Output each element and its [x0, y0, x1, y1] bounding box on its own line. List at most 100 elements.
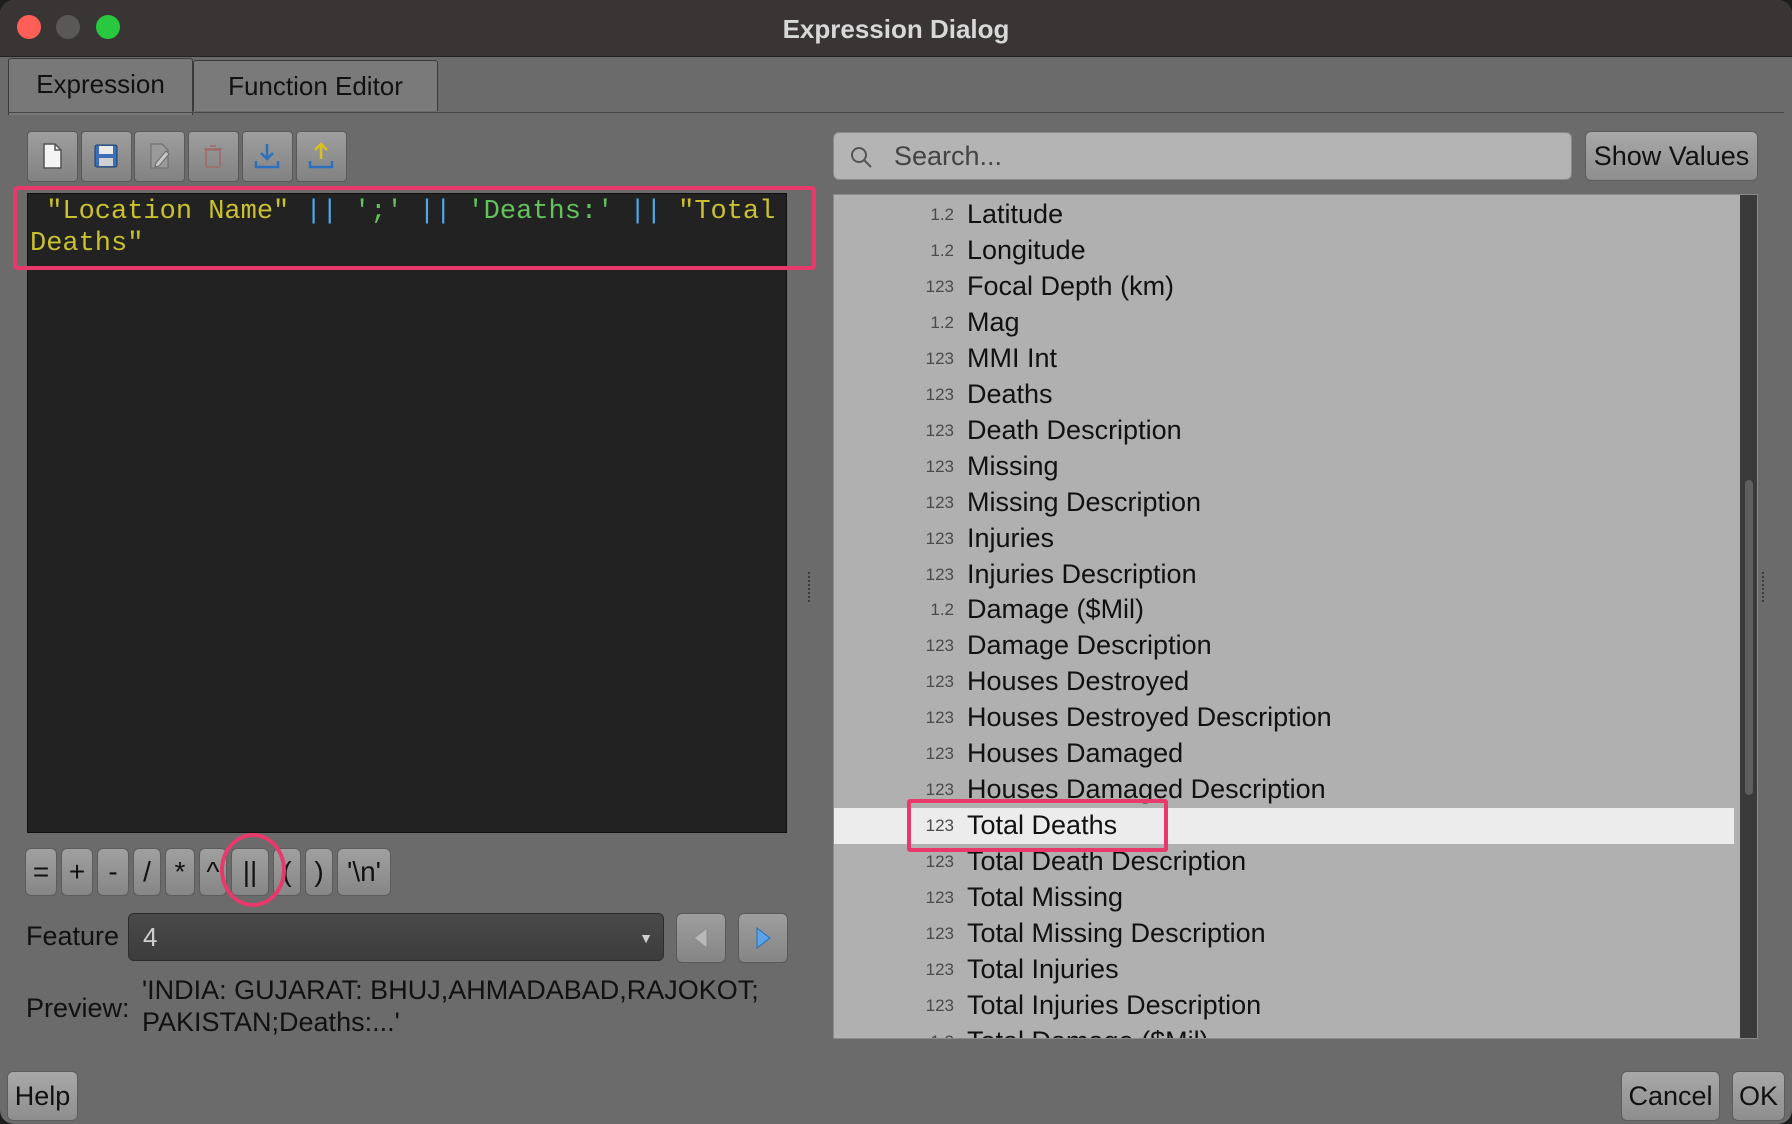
field-list-item[interactable]: 123 Houses Damaged Description — [834, 772, 1734, 808]
field-name: Focal Depth (km) — [967, 270, 1175, 301]
operator-button[interactable]: - — [97, 848, 129, 896]
field-type-badge: 1.2 — [930, 312, 954, 332]
field-name: Total Deaths — [967, 810, 1118, 841]
field-list-item[interactable]: 123 Injuries Description — [834, 557, 1734, 593]
field-list-item[interactable]: 123 Missing — [834, 449, 1734, 485]
save-icon — [94, 144, 118, 168]
field-type-badge: 123 — [925, 636, 954, 656]
field-name: Death Description — [967, 414, 1182, 445]
field-list-item[interactable]: 123 Injuries — [834, 521, 1734, 557]
field-list-item[interactable]: 1.2 Total Damage ($Mil) — [834, 1024, 1734, 1038]
field-name: Total Injuries Description — [967, 989, 1262, 1020]
triangle-right-icon — [756, 926, 771, 950]
field-name: Longitude — [967, 234, 1086, 265]
field-list-item[interactable]: 123 MMI Int — [834, 341, 1734, 377]
import-icon — [254, 144, 280, 169]
export-button[interactable] — [296, 131, 347, 182]
operator-button[interactable]: '\n' — [337, 848, 391, 896]
field-list-item[interactable]: 1.2 Longitude — [834, 233, 1734, 269]
field-type-badge: 123 — [925, 564, 954, 584]
field-list-item[interactable]: 123 Damage Description — [834, 628, 1734, 664]
field-list-item[interactable]: 123 Total Injuries — [834, 952, 1734, 988]
field-list-item[interactable]: 1.2 Latitude — [834, 197, 1734, 233]
cancel-button[interactable]: Cancel — [1621, 1071, 1720, 1121]
field-type-badge: 1.2 — [834, 1032, 954, 1038]
expression-editor[interactable]: "Location Name" || ';' || 'Deaths:' || "… — [27, 193, 787, 833]
field-type-badge: 123 — [925, 276, 954, 296]
field-name: Total Missing Description — [967, 918, 1266, 948]
code-token-str: ';' — [337, 197, 419, 227]
field-type-badge: 123 — [925, 492, 954, 512]
operator-button[interactable]: || — [231, 848, 269, 896]
field-list-item[interactable]: 123 Houses Destroyed — [834, 664, 1734, 700]
window-title: Expression Dialog — [782, 14, 1010, 44]
field-list-item[interactable]: 123 Deaths — [834, 377, 1734, 413]
field-type-badge: 123 — [925, 348, 954, 368]
operator-button[interactable]: = — [25, 848, 57, 896]
next-feature-button[interactable] — [738, 913, 788, 963]
field-type-badge: 123 — [925, 780, 954, 800]
right-splitter-handle[interactable] — [1762, 572, 1768, 602]
panel-splitter-handle[interactable] — [808, 572, 814, 602]
edit-button[interactable] — [134, 131, 185, 182]
field-name: Total Death Description — [967, 846, 1247, 877]
field-list-item[interactable]: 123 Total Missing Description — [834, 916, 1734, 952]
edit-icon — [150, 143, 170, 169]
operator-button[interactable]: / — [133, 848, 161, 896]
operator-button[interactable]: + — [61, 848, 93, 896]
field-name: Missing Description — [967, 486, 1202, 517]
field-type-badge: 123 — [925, 528, 954, 548]
field-list-item[interactable]: 123 Focal Depth (km) — [834, 269, 1734, 305]
field-type-badge: 123 — [925, 708, 954, 728]
field-type-badge: 1.2 — [930, 205, 954, 224]
field-name: Houses Destroyed — [967, 666, 1190, 697]
field-list-item[interactable]: 123 Total Injuries Description — [834, 988, 1734, 1024]
field-list-item[interactable]: 123 Total Death Description — [834, 844, 1734, 880]
field-list-item[interactable]: 123 Death Description — [834, 413, 1734, 449]
field-list-item[interactable]: 123 Total Missing — [834, 880, 1734, 916]
expression-dialog-window: Expression Dialog Expression Function Ed… — [0, 0, 1792, 1124]
field-name: Latitude — [967, 199, 1064, 229]
tab-function-editor[interactable]: Function Editor — [193, 60, 438, 111]
import-button[interactable] — [242, 131, 293, 182]
field-name: Injuries Description — [967, 558, 1197, 589]
save-button[interactable] — [81, 131, 132, 182]
operator-button[interactable]: * — [165, 848, 195, 896]
field-list-item[interactable]: 1.2 Damage ($Mil) — [834, 592, 1734, 628]
code-token-str: 'Deaths:' — [451, 197, 630, 227]
help-button[interactable]: Help — [7, 1071, 78, 1121]
field-type-badge: 1.2 — [930, 600, 954, 620]
tab-expression[interactable]: Expression — [8, 58, 193, 115]
field-list-item[interactable]: 123 Total Deaths — [834, 808, 1734, 845]
preview-label: Preview: — [26, 993, 130, 1023]
operator-button[interactable]: ^ — [199, 848, 227, 896]
new-file-button[interactable] — [27, 131, 78, 182]
show-values-button[interactable]: Show Values — [1585, 131, 1758, 181]
operator-button[interactable]: ) — [305, 848, 333, 896]
code-token-op: || — [305, 197, 338, 227]
feature-select[interactable]: 4 ▼ — [128, 913, 664, 961]
search-input[interactable] — [892, 137, 1556, 175]
field-name: Missing — [967, 450, 1059, 481]
expression-code: "Location Name" || ';' || 'Deaths:' || "… — [30, 196, 780, 260]
scrollbar-thumb[interactable] — [1745, 480, 1753, 795]
code-token-op: || — [629, 197, 662, 227]
field-list-item[interactable]: 123 Houses Destroyed Description — [834, 700, 1734, 736]
field-type-badge: 123 — [925, 744, 954, 764]
export-icon — [308, 142, 334, 169]
code-token-op: || — [418, 197, 452, 227]
field-name: Mag — [967, 306, 1020, 337]
field-type-badge: 123 — [925, 924, 954, 943]
field-list-item[interactable]: 123 Houses Damaged — [834, 736, 1734, 772]
tab-divider — [8, 112, 1784, 113]
ok-button[interactable]: OK — [1732, 1071, 1785, 1121]
field-list-scrollbar[interactable] — [1740, 195, 1757, 1038]
delete-button[interactable] — [188, 131, 239, 182]
operator-button[interactable]: ( — [273, 848, 301, 896]
field-type-badge: 123 — [925, 672, 954, 692]
previous-feature-button[interactable] — [676, 913, 726, 963]
field-list-item[interactable]: 123 Missing Description — [834, 485, 1734, 521]
field-list-item[interactable]: 1.2 Mag — [834, 305, 1734, 341]
field-name: Total Injuries — [967, 953, 1119, 984]
field-type-badge: 123 — [925, 852, 954, 872]
